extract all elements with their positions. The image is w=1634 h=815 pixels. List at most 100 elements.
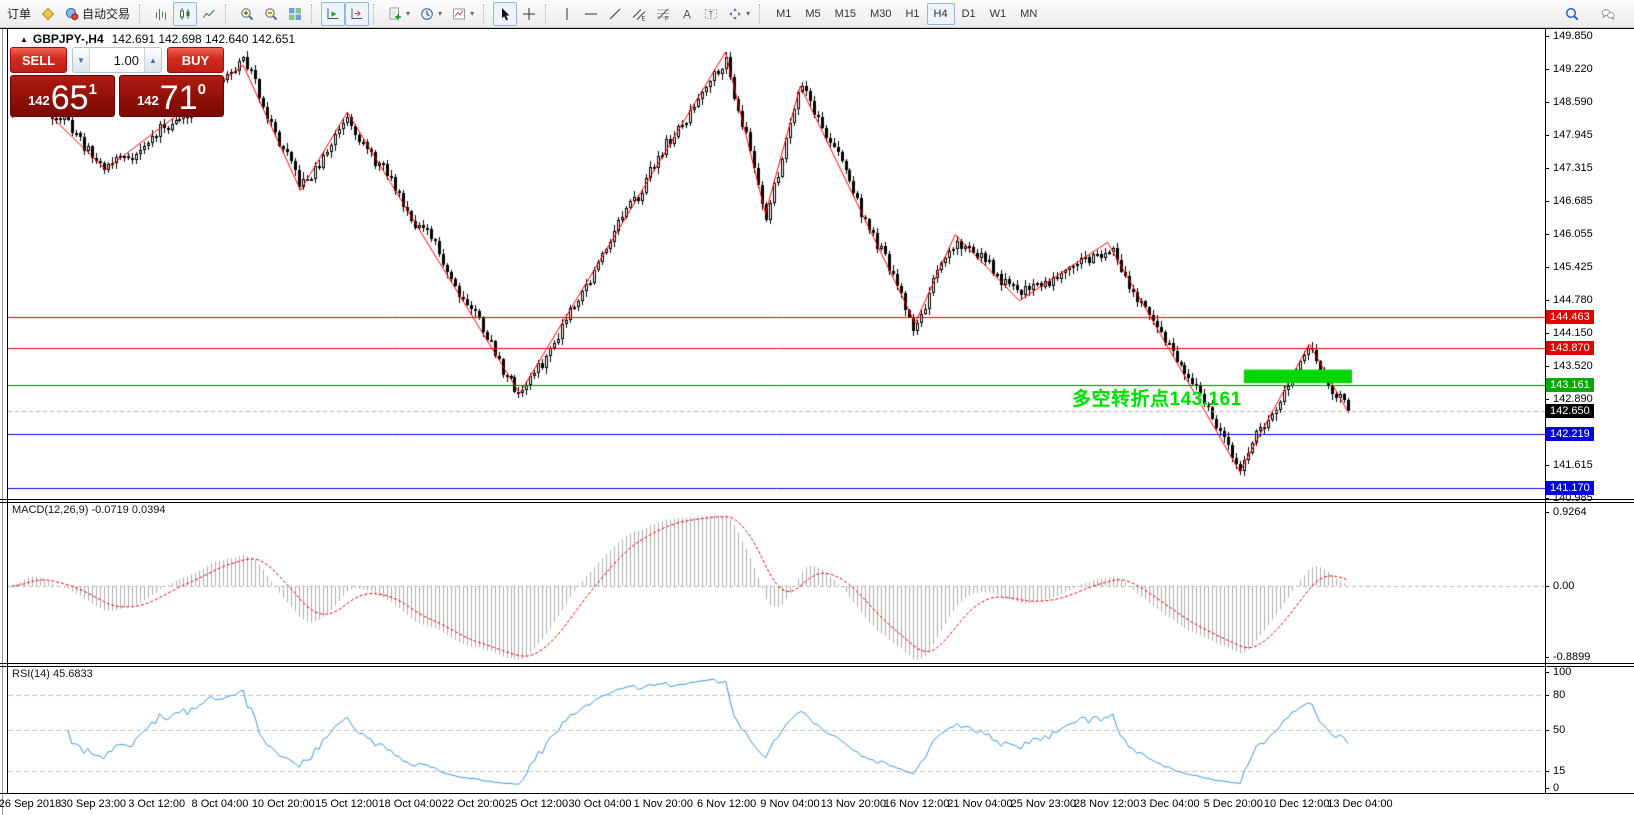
date-axis-label: 21 Nov 04:00 — [947, 798, 1012, 810]
price-axis-tick — [1545, 234, 1549, 235]
price-axis-label: 141.615 — [1553, 459, 1593, 471]
indicators-list-button[interactable]: ▾ — [383, 2, 415, 26]
sell-price-main: 65 — [51, 84, 89, 113]
vertical-line-tool-button[interactable] — [555, 2, 579, 26]
timeframe-d1[interactable]: D1 — [955, 3, 983, 25]
pane-separator[interactable] — [0, 499, 1634, 500]
sell-price-display[interactable]: 142 65 1 — [10, 75, 115, 117]
label-tool-button[interactable]: T — [699, 2, 723, 26]
text-tool-button[interactable]: A — [675, 2, 699, 26]
timeframe-m1[interactable]: M1 — [769, 3, 798, 25]
date-axis-label: 16 Nov 12:00 — [884, 798, 949, 810]
rsi-axis-label: 80 — [1553, 689, 1565, 701]
date-axis-label: 1 Nov 20:00 — [634, 798, 693, 810]
date-axis-label: 6 Nov 12:00 — [697, 798, 756, 810]
rsi-axis-tick — [1545, 788, 1549, 789]
volume-increase-button[interactable]: ▲ — [144, 48, 161, 72]
rsi-axis-label: 50 — [1553, 724, 1565, 736]
rsi-axis-tick — [1545, 695, 1549, 696]
trendline-tool-button[interactable] — [603, 2, 627, 26]
chart-shift-button[interactable] — [345, 2, 369, 26]
crosshair-tool-button[interactable] — [517, 2, 541, 26]
timeframe-m15[interactable]: M15 — [828, 3, 863, 25]
auto-trading-label: 自动交易 — [82, 5, 130, 22]
timeframe-w1[interactable]: W1 — [983, 3, 1014, 25]
trade-panel-prices: 142 65 1 142 71 0 — [10, 75, 224, 117]
toolbar: 订单自动交易▾▾▾EFAT▾M1M5M15M30H1H4D1W1MN — [0, 0, 1634, 28]
ohlc-values: 142.691 142.698 142.640 142.651 — [112, 32, 296, 46]
trendline-tool-icon — [608, 7, 622, 21]
macd-axis-tick — [1545, 657, 1549, 658]
buy-price-display[interactable]: 142 71 0 — [119, 75, 224, 117]
window-edge — [2, 28, 3, 815]
pane-separator[interactable] — [0, 666, 1634, 667]
volume-decrease-button[interactable]: ▼ — [73, 48, 90, 72]
new-order-button[interactable]: 订单 — [2, 2, 36, 26]
vertical-line-tool-icon — [560, 7, 574, 21]
volume-input[interactable] — [90, 48, 144, 72]
chevron-up-icon: ▲ — [149, 56, 157, 65]
zoom-out-button[interactable] — [259, 2, 283, 26]
auto-scroll-button[interactable] — [321, 2, 345, 26]
macd-axis-label: 0.00 — [1553, 580, 1574, 592]
svg-text:T: T — [709, 10, 714, 19]
buy-price-pip: 0 — [198, 81, 206, 98]
chart-title: ▲GBPJPY-,H4142.691 142.698 142.640 142.6… — [20, 32, 295, 46]
timeframe-h4[interactable]: H4 — [927, 3, 955, 25]
date-axis-label: 13 Nov 20:00 — [821, 798, 886, 810]
rsi-axis-tick — [1545, 672, 1549, 673]
tile-windows-button[interactable] — [283, 2, 307, 26]
rsi-label: RSI(14) 45.6833 — [12, 668, 93, 680]
indicators-list-icon — [388, 7, 402, 21]
svg-text:A: A — [683, 7, 691, 21]
auto-scroll-icon — [326, 7, 340, 21]
timeframe-h1[interactable]: H1 — [898, 3, 926, 25]
price-axis-tick — [1545, 267, 1549, 268]
sell-button[interactable]: SELL — [10, 47, 67, 73]
timeframe-m5[interactable]: M5 — [798, 3, 827, 25]
cursor-tool-button[interactable] — [493, 2, 517, 26]
macd-axis-tick — [1545, 586, 1549, 587]
price-badge: 142.219 — [1546, 427, 1594, 441]
rsi-axis-tick — [1545, 771, 1549, 772]
search-button[interactable] — [1560, 2, 1584, 26]
auto-trading-button[interactable]: 自动交易 — [60, 2, 135, 26]
date-axis-label: 5 Dec 20:00 — [1204, 798, 1263, 810]
chart-frame-top — [0, 28, 1634, 29]
timeframe-m30[interactable]: M30 — [863, 3, 898, 25]
chart-frame-bottom — [0, 793, 1634, 794]
arrows-tool-button[interactable]: ▾ — [723, 2, 755, 26]
horizontal-line-tool-button[interactable] — [579, 2, 603, 26]
pane-separator[interactable] — [0, 663, 1634, 664]
pane-separator[interactable] — [0, 502, 1634, 503]
timeframe-mn[interactable]: MN — [1013, 3, 1044, 25]
main-chart-canvas[interactable] — [0, 28, 1545, 499]
market-depth-button[interactable] — [36, 2, 60, 26]
fibonacci-tool-button[interactable]: F — [651, 2, 675, 26]
macd-axis-label: -0.8899 — [1553, 651, 1590, 663]
templates-button[interactable]: ▾ — [447, 2, 479, 26]
svg-text:E: E — [642, 16, 646, 21]
new-order-label: 订单 — [7, 5, 31, 22]
chat-button[interactable] — [1596, 2, 1620, 26]
equidistant-channel-tool-button[interactable]: E — [627, 2, 651, 26]
toolbar-separator — [311, 4, 318, 24]
date-axis-label: 3 Dec 04:00 — [1140, 798, 1199, 810]
price-axis-tick — [1545, 465, 1549, 466]
price-axis-tick — [1545, 69, 1549, 70]
price-axis-label: 149.850 — [1553, 30, 1593, 42]
collapse-marker-icon[interactable]: ▲ — [20, 35, 28, 44]
price-badge: 142.650 — [1546, 404, 1594, 418]
periods-button[interactable]: ▾ — [415, 2, 447, 26]
macd-pane-canvas[interactable] — [0, 502, 1545, 663]
line-chart-mode-button[interactable] — [197, 2, 221, 26]
sell-price-pip: 1 — [89, 81, 97, 98]
price-axis-tick — [1545, 201, 1549, 202]
rsi-axis-label: 15 — [1553, 765, 1565, 777]
search-icon — [1565, 7, 1579, 21]
zoom-in-button[interactable] — [235, 2, 259, 26]
rsi-pane-canvas[interactable] — [0, 666, 1545, 793]
bar-chart-mode-button[interactable] — [149, 2, 173, 26]
candlestick-mode-button[interactable] — [173, 2, 197, 26]
buy-button[interactable]: BUY — [167, 47, 224, 73]
